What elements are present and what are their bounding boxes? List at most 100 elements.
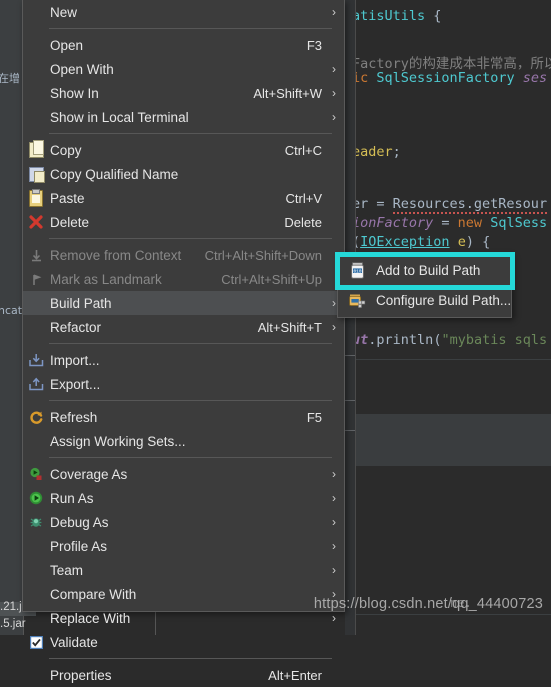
menu-item-label: Copy Qualified Name [50, 166, 179, 182]
menu-item-paste[interactable]: Paste Ctrl+V [23, 186, 344, 210]
paste-icon [27, 188, 45, 207]
menu-item-shortcut: Ctrl+V [285, 190, 322, 206]
refresh-icon [27, 408, 45, 426]
menu-item-label: Run As [50, 490, 94, 506]
submenu-item-add-to-build-path[interactable]: 010 Add to Build Path [338, 255, 511, 285]
left-panel-label: ncat [0, 304, 23, 317]
svg-text:010: 010 [353, 269, 361, 274]
menu-item-assign-working-sets[interactable]: Assign Working Sets... [23, 429, 344, 453]
menu-item-label: Coverage As [50, 466, 128, 482]
menu-item-shortcut: Alt+Shift+T [257, 319, 322, 335]
context-menu[interactable]: New › Open F3 Open With › Show In Alt+Shift+W › S… [22, 0, 345, 683]
menu-item-label: Show In [50, 85, 99, 101]
menu-separator [49, 400, 332, 401]
menu-item-delete[interactable]: Delete Delete [23, 210, 344, 234]
submenu-item-configure-build-path[interactable]: Configure Build Path... [338, 285, 511, 315]
no-icon [27, 537, 45, 555]
no-icon [27, 609, 45, 627]
code-line: ionFactory = new SqlSess [352, 215, 548, 231]
menu-item-label: Validate [50, 634, 98, 650]
menu-item-label: Paste [50, 190, 85, 206]
menu-item-build-path[interactable]: Build Path › [23, 291, 344, 315]
menu-item-open-with[interactable]: Open With › [23, 57, 344, 81]
no-icon [27, 36, 45, 54]
chevron-right-icon: › [332, 539, 336, 553]
menu-item-import[interactable]: Import... [23, 348, 344, 372]
menu-item-label: Open [50, 37, 84, 53]
no-icon [27, 561, 45, 579]
menu-item-label: Build Path [50, 295, 112, 311]
menu-item-copy[interactable]: Copy Ctrl+C [23, 138, 344, 162]
menu-item-new[interactable]: New › [23, 0, 344, 24]
code-line: atisUtils { [352, 8, 442, 24]
watermark-url: https://blog.csdn.net/qq_44400723 [313, 596, 543, 612]
package-explorer-panel[interactable]: 在增 ncat [0, 0, 24, 635]
jar-label[interactable]: .5.jar [0, 618, 26, 630]
landmark-icon [27, 270, 45, 288]
menu-item-label: Assign Working Sets... [50, 433, 186, 449]
debug-icon [27, 513, 45, 531]
menu-separator [49, 457, 332, 458]
menu-item-label: Compare With [50, 586, 137, 602]
build-path-submenu[interactable]: 010 Add to Build Path Configure Build Path… [337, 254, 512, 318]
menu-item-label: Refactor [50, 319, 102, 335]
menu-separator [49, 133, 332, 134]
chevron-right-icon: › [332, 86, 336, 100]
no-icon [27, 585, 45, 603]
code-line: er = Resources.getResour [352, 196, 548, 214]
menu-item-label: Remove from Context [50, 247, 182, 263]
menu-separator [49, 238, 332, 239]
menu-item-debug-as[interactable]: Debug As › [23, 510, 344, 534]
menu-item-label: Import... [50, 352, 100, 368]
menu-item-run-as[interactable]: Run As › [23, 486, 344, 510]
menu-item-replace-with[interactable]: Replace With › [23, 606, 344, 630]
chevron-right-icon: › [332, 491, 336, 505]
chevron-right-icon: › [332, 563, 336, 577]
menu-item-shortcut: Alt+Shift+W [253, 85, 322, 101]
menu-item-refactor[interactable]: Refactor Alt+Shift+T › [23, 315, 344, 339]
import-icon [27, 351, 45, 369]
menu-item-shortcut: Ctrl+Alt+Shift+Down [204, 247, 322, 263]
menu-item-properties[interactable]: Properties Alt+Enter [23, 663, 344, 687]
code-line: eader; [352, 144, 401, 160]
menu-item-profile-as[interactable]: Profile As › [23, 534, 344, 558]
copy-qualified-icon [27, 165, 45, 183]
menu-item-label: Copy [50, 142, 82, 158]
menu-item-label: Delete [50, 214, 90, 230]
menu-item-label: Show in Local Terminal [50, 109, 189, 125]
submenu-item-label: Add to Build Path [376, 262, 481, 278]
menu-item-show-in[interactable]: Show In Alt+Shift+W › [23, 81, 344, 105]
delete-icon [27, 213, 45, 231]
remove-context-icon [27, 246, 45, 264]
menu-item-shortcut: Ctrl+Alt+Shift+Up [221, 271, 322, 287]
menu-item-label: Profile As [50, 538, 108, 554]
menu-item-validate[interactable]: Validate [23, 630, 344, 654]
no-icon [27, 3, 45, 21]
menu-item-label: Open With [50, 61, 114, 77]
run-icon [27, 489, 45, 507]
menu-item-label: Team [50, 562, 84, 578]
menu-separator [49, 28, 332, 29]
menu-item-refresh[interactable]: Refresh F5 [23, 405, 344, 429]
code-line: ic SqlSessionFactory ses [352, 70, 548, 86]
menu-item-label: Debug As [50, 514, 109, 530]
menu-item-label: Refresh [50, 409, 98, 425]
menu-item-label: New [50, 4, 78, 20]
menu-item-copy-qualified-name[interactable]: Copy Qualified Name [23, 162, 344, 186]
menu-separator [49, 658, 332, 659]
menu-item-label: Export... [50, 376, 101, 392]
chevron-right-icon: › [332, 515, 336, 529]
menu-item-export[interactable]: Export... [23, 372, 344, 396]
menu-item-compare-with[interactable]: Compare With › [23, 582, 344, 606]
chevron-right-icon: › [332, 110, 336, 124]
no-icon [27, 294, 45, 312]
no-icon [27, 84, 45, 102]
build-path-config-icon [348, 291, 366, 309]
menu-item-open[interactable]: Open F3 [23, 33, 344, 57]
menu-item-show-in-local-terminal[interactable]: Show in Local Terminal › [23, 105, 344, 129]
menu-item-team[interactable]: Team › [23, 558, 344, 582]
menu-item-coverage-as[interactable]: Coverage As › [23, 462, 344, 486]
export-icon [27, 375, 45, 393]
menu-item-mark-as-landmark: Mark as Landmark Ctrl+Alt+Shift+Up [23, 267, 344, 291]
chevron-right-icon: › [332, 62, 336, 76]
